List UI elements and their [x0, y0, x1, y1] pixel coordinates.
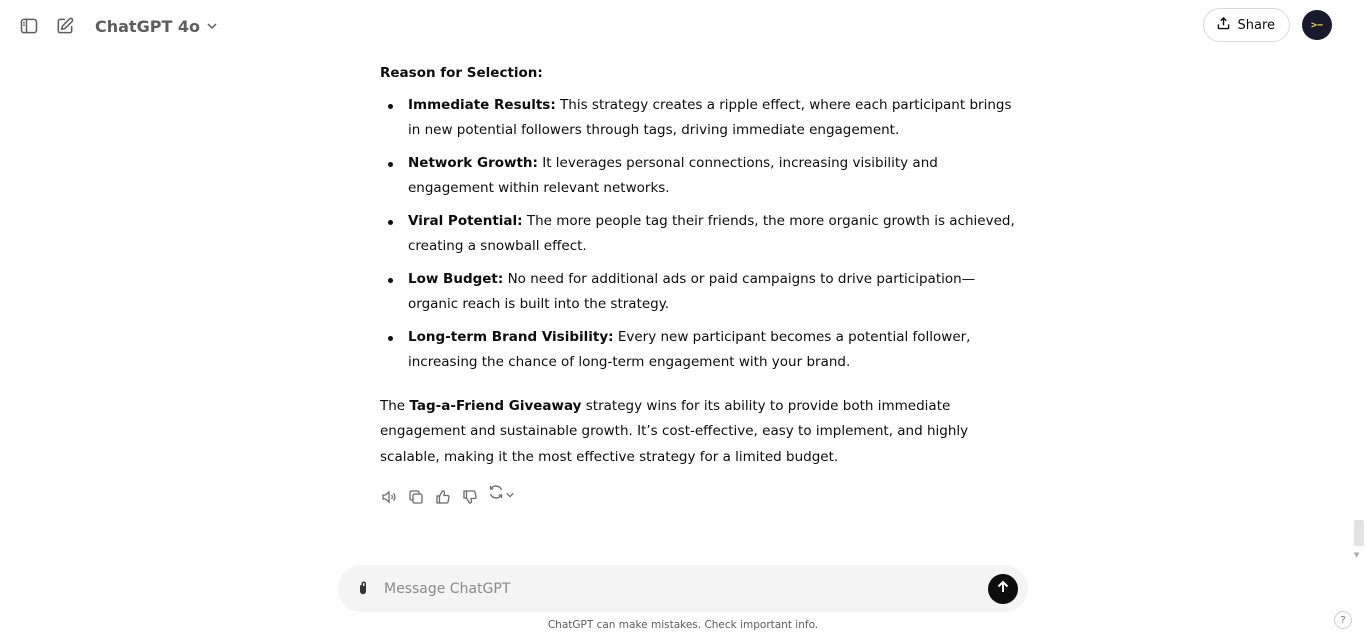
point-title: Low Budget: — [408, 270, 504, 287]
share-label: Share — [1237, 17, 1275, 33]
message-composer — [338, 565, 1028, 612]
speaker-icon[interactable] — [380, 488, 398, 506]
point-title: Network Growth: — [408, 154, 538, 171]
model-name: ChatGPT 4o — [95, 16, 201, 36]
send-button[interactable] — [988, 573, 1018, 604]
thumbs-down-icon[interactable] — [461, 488, 479, 506]
regenerate-button[interactable] — [488, 484, 515, 510]
help-button[interactable]: ? — [1334, 611, 1352, 629]
share-button[interactable]: Share — [1203, 8, 1290, 42]
thumbs-up-icon[interactable] — [434, 488, 452, 506]
chat-app: ChatGPT 4o Share >− Reason for Selection… — [0, 0, 1366, 641]
point-title: Long-term Brand Visibility: — [408, 328, 614, 345]
help-label: ? — [1340, 614, 1346, 626]
top-bar: ChatGPT 4o Share >− — [0, 0, 1366, 52]
section-heading: Reason for Selection: — [380, 65, 543, 81]
list-item: Immediate Results: This strategy creates… — [388, 93, 1025, 144]
list-item: Long-term Brand Visibility: Every new pa… — [388, 325, 1025, 376]
header-actions: Share >− — [1203, 8, 1332, 42]
point-title: Immediate Results: — [408, 96, 556, 113]
disclaimer-text: ChatGPT can make mistakes. Check importa… — [547, 619, 819, 631]
avatar-text: >− — [1310, 19, 1324, 31]
arrow-up-icon — [995, 579, 1011, 598]
model-selector[interactable]: ChatGPT 4o — [95, 17, 218, 36]
upload-icon — [1217, 16, 1230, 34]
message-actions — [380, 484, 1025, 510]
paperclip-icon[interactable] — [354, 580, 372, 598]
refresh-icon — [488, 484, 504, 510]
assistant-message: Reason for Selection: Immediate Results:… — [380, 61, 1025, 510]
list-item: Low Budget: No need for additional ads o… — [388, 267, 1025, 318]
summary-prefix: The — [380, 397, 410, 414]
scrollbar-thumb[interactable] — [1354, 520, 1364, 546]
list-item: Network Growth: It leverages personal co… — [388, 151, 1025, 202]
scroll-down-arrow[interactable]: ▼ — [1354, 551, 1362, 559]
summary-paragraph: The Tag-a-Friend Giveaway strategy wins … — [380, 394, 1025, 471]
message-input[interactable] — [384, 580, 988, 597]
summary-bold: Tag-a-Friend Giveaway — [409, 397, 582, 414]
edit-icon[interactable] — [54, 15, 76, 37]
avatar[interactable]: >− — [1302, 10, 1332, 40]
list-item: Viral Potential: The more people tag the… — [388, 209, 1025, 260]
point-title: Viral Potential: — [408, 212, 523, 229]
copy-icon[interactable] — [407, 488, 425, 506]
chevron-down-icon — [505, 484, 515, 510]
chevron-down-icon — [206, 17, 218, 36]
reasons-list: Immediate Results: This strategy creates… — [380, 93, 1025, 376]
sidebar-icon[interactable] — [18, 15, 40, 37]
